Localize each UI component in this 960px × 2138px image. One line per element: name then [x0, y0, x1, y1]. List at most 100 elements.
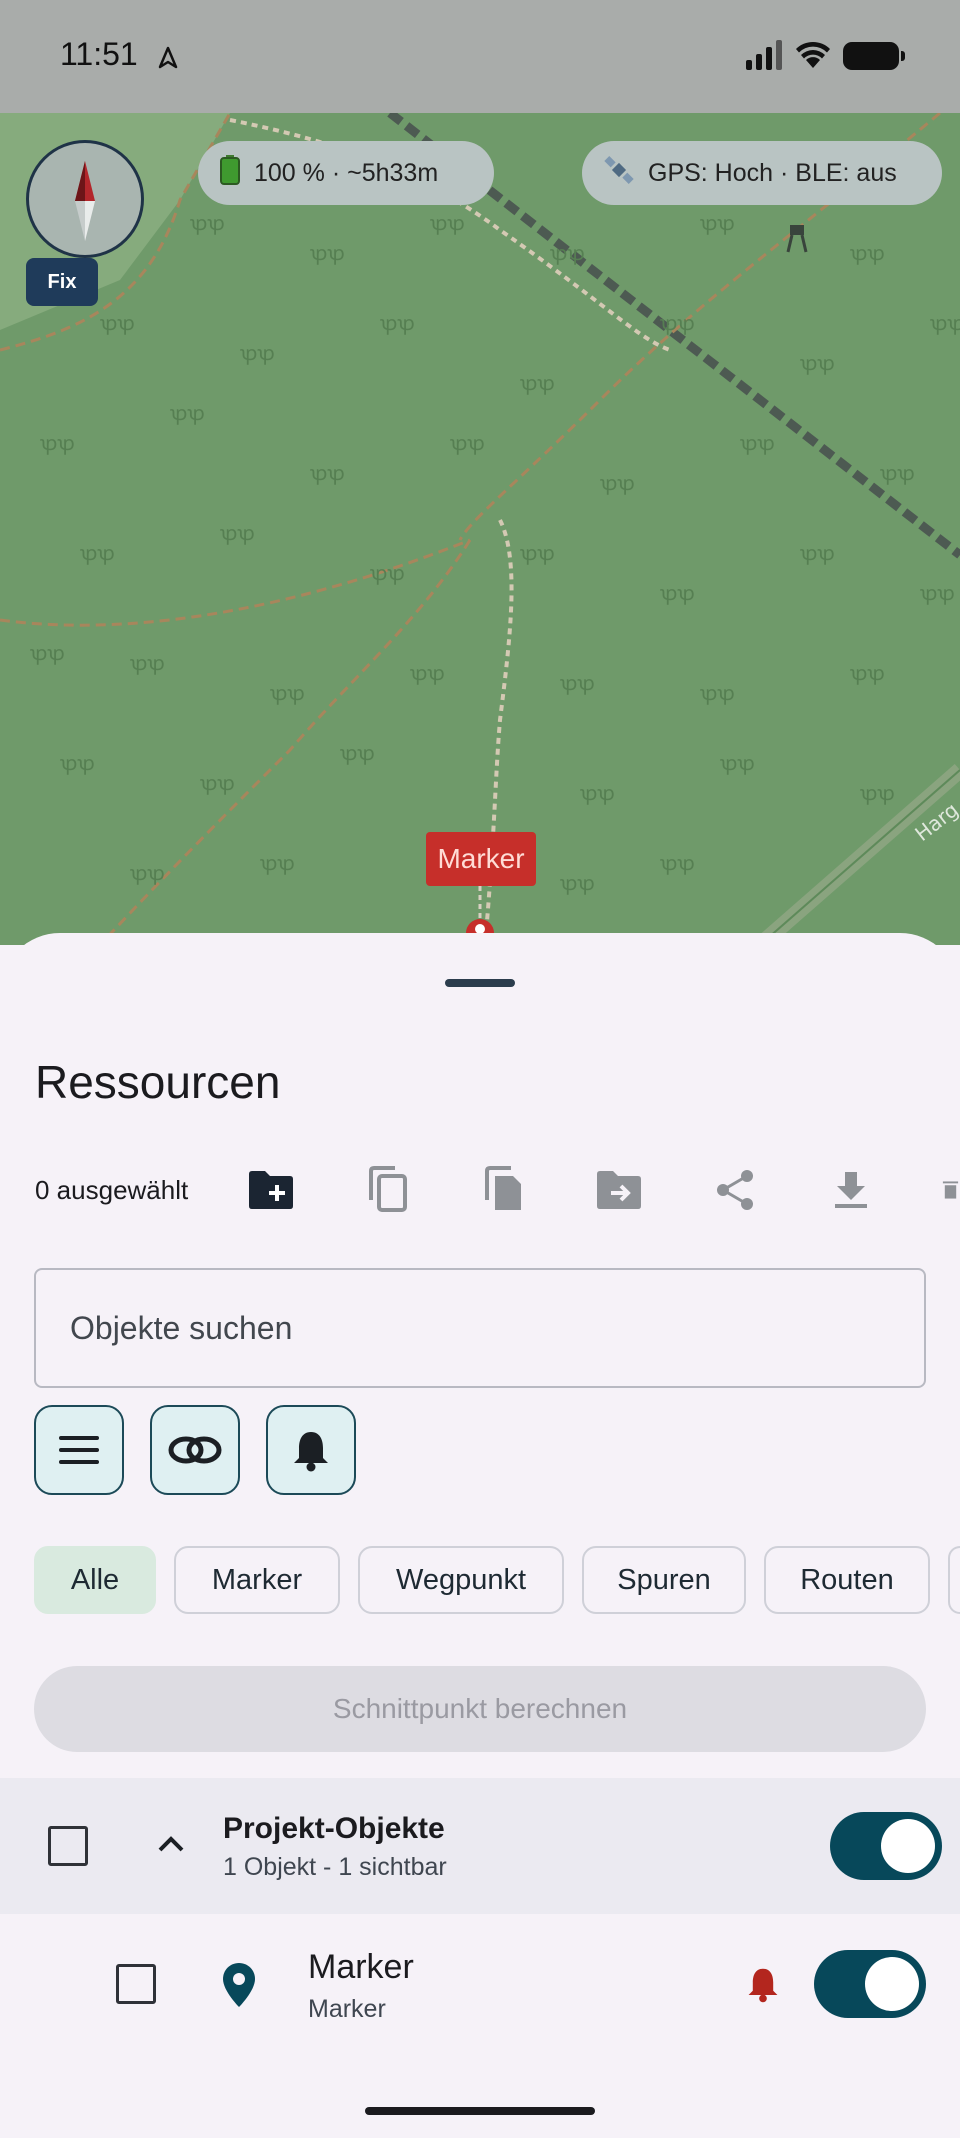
chip-marker[interactable]: Marker: [174, 1546, 340, 1614]
item-checkbox[interactable]: [116, 1964, 156, 2004]
svg-text:ꝕꝕ: ꝕꝕ: [380, 311, 415, 335]
group-visibility-toggle[interactable]: [830, 1812, 942, 1880]
svg-text:ꝕꝕ: ꝕꝕ: [660, 851, 695, 875]
download-icon[interactable]: [825, 1164, 877, 1216]
map-marker-label[interactable]: Marker: [426, 832, 536, 886]
gps-status-text: GPS: Hoch · BLE: aus: [648, 158, 897, 187]
battery-icon: [220, 154, 240, 192]
svg-text:ꝕꝕ: ꝕꝕ: [660, 581, 695, 605]
map-canvas: ᵠᵠ ꝕꝕꝕꝕꝕꝕꝕꝕꝕꝕꝕꝕ ꝕꝕꝕꝕꝕꝕꝕꝕꝕꝕꝕꝕꝕꝕ ꝕꝕꝕꝕꝕꝕꝕꝕꝕ…: [0, 113, 960, 945]
item-subtitle: Marker: [308, 1995, 386, 2023]
group-subtitle: 1 Objekt - 1 sichtbar: [223, 1853, 447, 1881]
chevron-up-icon[interactable]: [156, 1832, 186, 1854]
svg-text:ꝕꝕ: ꝕꝕ: [200, 771, 235, 795]
alarm-button[interactable]: [266, 1405, 356, 1495]
svg-text:ꝕꝕ: ꝕꝕ: [920, 581, 955, 605]
alarm-bell-icon[interactable]: [746, 1965, 780, 2003]
search-input[interactable]: [36, 1270, 924, 1386]
svg-text:ꝕꝕ: ꝕꝕ: [370, 561, 405, 585]
svg-text:ꝕꝕ: ꝕꝕ: [130, 651, 165, 675]
svg-text:ꝕꝕ: ꝕꝕ: [190, 211, 225, 235]
fix-button[interactable]: Fix: [26, 258, 98, 306]
folder-add-icon[interactable]: [245, 1164, 297, 1216]
resources-sheet: [0, 933, 960, 2138]
gps-status-pill: GPS: Hoch · BLE: aus: [582, 141, 942, 205]
visibility-button[interactable]: [150, 1405, 240, 1495]
paste-icon[interactable]: [477, 1164, 529, 1216]
cellular-signal-icon: [746, 40, 782, 70]
bell-icon: [294, 1432, 328, 1472]
location-pin-icon: [223, 1963, 255, 2007]
chip-waypoint[interactable]: Wegpunkt: [358, 1546, 564, 1614]
item-title[interactable]: Marker: [308, 1948, 414, 1987]
svg-text:ꝕꝕ: ꝕꝕ: [800, 541, 835, 565]
compass-needle-icon: [75, 161, 95, 241]
move-to-folder-icon[interactable]: [593, 1164, 645, 1216]
chip-more[interactable]: [948, 1546, 960, 1614]
svg-text:ꝕꝕ: ꝕꝕ: [740, 431, 775, 455]
visibility-icon: [168, 1436, 222, 1464]
hunting-stand-icon: [786, 225, 808, 253]
svg-text:ꝕꝕ: ꝕꝕ: [660, 311, 695, 335]
svg-text:ꝕꝕ: ꝕꝕ: [550, 241, 585, 265]
svg-text:ꝕꝕ: ꝕꝕ: [80, 541, 115, 565]
drag-handle[interactable]: [445, 979, 515, 987]
svg-text:ꝕꝕ: ꝕꝕ: [430, 211, 465, 235]
wifi-icon: [796, 41, 830, 68]
delete-icon[interactable]: [941, 1164, 960, 1216]
svg-text:ꝕꝕ: ꝕꝕ: [40, 431, 75, 455]
svg-text:ꝕꝕ: ꝕꝕ: [410, 661, 445, 685]
svg-text:ꝕꝕ: ꝕꝕ: [850, 241, 885, 265]
group-checkbox[interactable]: [48, 1826, 88, 1866]
toggle-knob: [881, 1819, 935, 1873]
satellite-icon: [604, 155, 634, 192]
svg-text:ꝕꝕ: ꝕꝕ: [800, 351, 835, 375]
menu-button[interactable]: [34, 1405, 124, 1495]
group-title: Projekt-Objekte: [223, 1812, 445, 1845]
svg-text:ꝕꝕ: ꝕꝕ: [220, 521, 255, 545]
calculate-intersection-button[interactable]: Schnittpunkt berechnen: [34, 1666, 926, 1752]
svg-text:ꝕꝕ: ꝕꝕ: [30, 641, 65, 665]
menu-icon: [59, 1436, 99, 1464]
svg-text:ꝕꝕ: ꝕꝕ: [860, 781, 895, 805]
item-visibility-toggle[interactable]: [814, 1950, 926, 2018]
svg-text:ꝕꝕ: ꝕꝕ: [340, 741, 375, 765]
chip-tracks[interactable]: Spuren: [582, 1546, 746, 1614]
chip-routes[interactable]: Routen: [764, 1546, 930, 1614]
svg-text:ꝕꝕ: ꝕꝕ: [270, 681, 305, 705]
map-view[interactable]: ᵠᵠ ꝕꝕꝕꝕꝕꝕꝕꝕꝕꝕꝕꝕ ꝕꝕꝕꝕꝕꝕꝕꝕꝕꝕꝕꝕꝕꝕ ꝕꝕꝕꝕꝕꝕꝕꝕꝕ…: [0, 113, 960, 945]
group-row[interactable]: [0, 1778, 960, 1914]
chip-all[interactable]: Alle: [34, 1546, 156, 1614]
status-bar: 11:51: [0, 0, 960, 113]
svg-text:ꝕꝕ: ꝕꝕ: [130, 861, 165, 885]
home-indicator[interactable]: [365, 2107, 595, 2115]
svg-text:ꝕꝕ: ꝕꝕ: [310, 241, 345, 265]
svg-text:ꝕꝕ: ꝕꝕ: [930, 311, 960, 335]
svg-text:ꝕꝕ: ꝕꝕ: [720, 751, 755, 775]
svg-text:ꝕꝕ: ꝕꝕ: [600, 471, 635, 495]
toggle-knob: [865, 1957, 919, 2011]
battery-status-pill: 100 % · ~5h33m: [198, 141, 494, 205]
svg-text:ꝕꝕ: ꝕꝕ: [310, 461, 345, 485]
clock: 11:51: [60, 36, 138, 72]
share-icon[interactable]: [709, 1164, 761, 1216]
svg-text:ꝕꝕ: ꝕꝕ: [700, 211, 735, 235]
copy-icon[interactable]: [361, 1164, 413, 1216]
svg-text:ꝕꝕ: ꝕꝕ: [240, 341, 275, 365]
svg-text:ꝕꝕ: ꝕꝕ: [450, 431, 485, 455]
svg-text:ꝕꝕ: ꝕꝕ: [560, 671, 595, 695]
svg-text:ꝕꝕ: ꝕꝕ: [170, 401, 205, 425]
sheet-title: Ressourcen: [35, 1056, 281, 1108]
battery-status-text: 100 % · ~5h33m: [254, 158, 439, 187]
location-arrow-icon: [158, 46, 178, 69]
svg-text:ꝕꝕ: ꝕꝕ: [560, 871, 595, 895]
compass-button[interactable]: [26, 140, 144, 258]
svg-text:ꝕꝕ: ꝕꝕ: [520, 541, 555, 565]
svg-text:ꝕꝕ: ꝕꝕ: [100, 311, 135, 335]
svg-text:ꝕꝕ: ꝕꝕ: [880, 461, 915, 485]
svg-text:ꝕꝕ: ꝕꝕ: [580, 781, 615, 805]
search-field[interactable]: [34, 1268, 926, 1388]
battery-icon: [843, 42, 905, 70]
svg-text:ꝕꝕ: ꝕꝕ: [520, 371, 555, 395]
svg-text:ꝕꝕ: ꝕꝕ: [700, 681, 735, 705]
